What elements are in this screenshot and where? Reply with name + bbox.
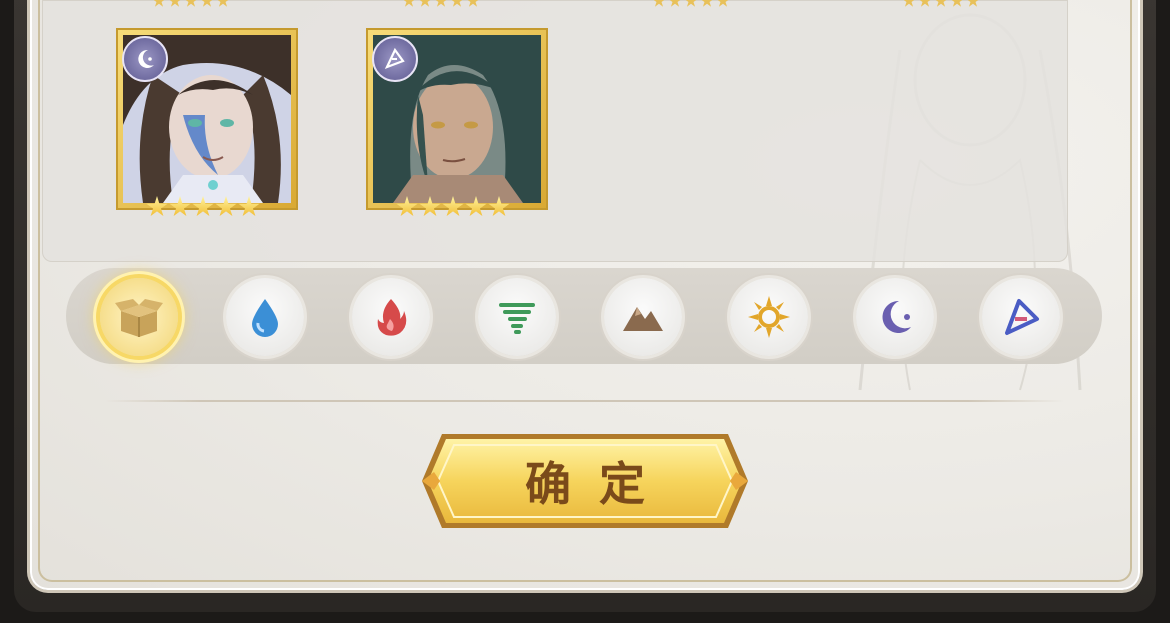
water-drop-icon <box>252 299 278 337</box>
partial-stars <box>402 0 480 8</box>
star-rating <box>146 196 260 218</box>
hero-card[interactable] <box>116 28 298 217</box>
box-icon <box>115 299 163 337</box>
element-filter-bar <box>66 268 1102 364</box>
fire-icon <box>377 299 407 336</box>
filter-water-button[interactable] <box>226 278 304 356</box>
partial-stars <box>902 0 980 8</box>
tornado-icon <box>499 303 535 334</box>
moon-icon <box>122 36 168 82</box>
filter-all-button[interactable] <box>100 278 178 356</box>
void-icon <box>372 36 418 82</box>
filter-wind-button[interactable] <box>478 278 556 356</box>
partial-stars <box>652 0 730 8</box>
mountain-icon <box>623 307 663 331</box>
partial-stars <box>152 0 230 8</box>
filter-earth-button[interactable] <box>604 278 682 356</box>
confirm-button[interactable]: 确定 <box>420 432 750 530</box>
star-rating <box>396 196 510 218</box>
hero-grid <box>42 0 1068 262</box>
filter-fire-button[interactable] <box>352 278 430 356</box>
moon-icon <box>882 300 911 333</box>
filter-dark-button[interactable] <box>856 278 934 356</box>
sun-icon <box>748 296 790 338</box>
divider <box>104 400 1064 402</box>
hero-card[interactable] <box>366 28 548 217</box>
filter-void-button[interactable] <box>982 278 1060 356</box>
void-icon <box>1005 299 1039 335</box>
confirm-label: 确定 <box>525 457 673 511</box>
filter-light-button[interactable] <box>730 278 808 356</box>
